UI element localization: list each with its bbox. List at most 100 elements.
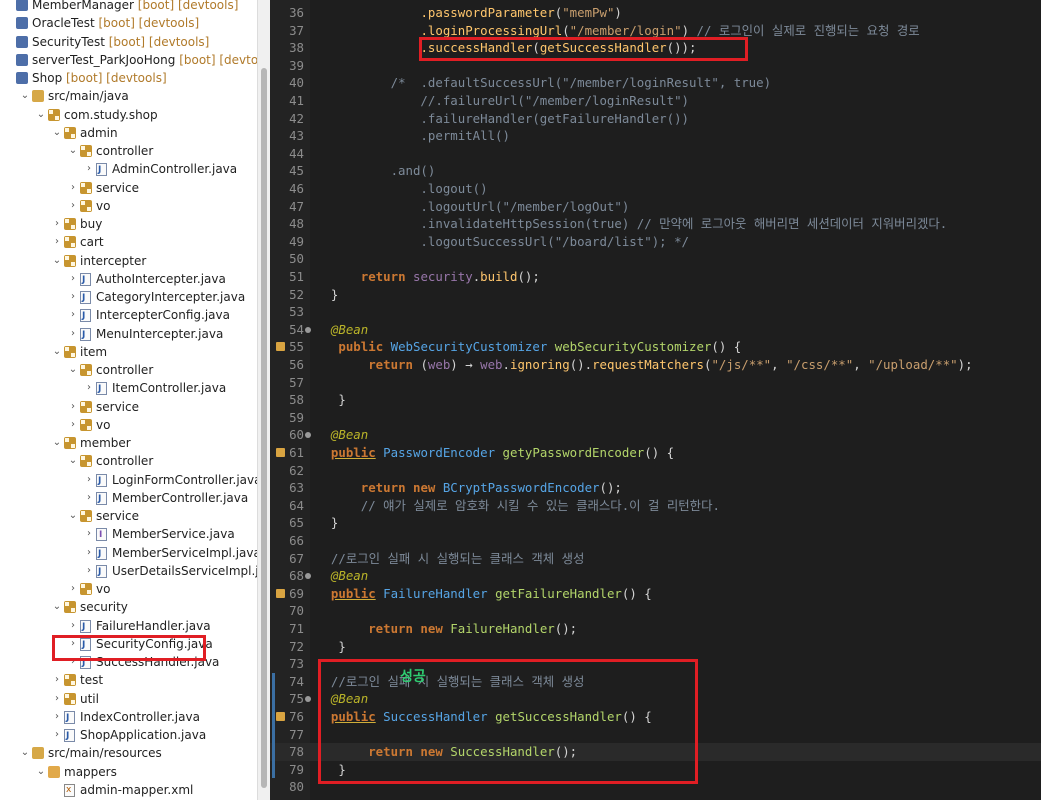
java-file-icon — [96, 490, 107, 508]
explorer-scrollbar-thumb[interactable] — [261, 68, 267, 788]
line-number: 62 — [289, 462, 304, 478]
code-line[interactable]: 40 /* .defaultSuccessUrl("/member/loginR… — [270, 74, 1041, 92]
chevron-right-icon[interactable]: › — [68, 580, 78, 598]
package-icon — [48, 108, 60, 121]
fold-toggle-icon[interactable] — [305, 432, 311, 439]
chevron-right-icon[interactable]: › — [68, 617, 78, 635]
code-line[interactable]: 36 .passwordParameter("memPw") — [270, 4, 1041, 22]
code-line[interactable]: 57 — [270, 374, 1041, 392]
source-folder-icon — [32, 747, 44, 760]
explorer-scrollbar[interactable] — [257, 0, 270, 800]
chevron-right-icon[interactable]: › — [84, 489, 94, 507]
chevron-right-icon[interactable]: › — [52, 708, 62, 726]
tree-item-label: serverTest_ParkJooHong [boot] [devtools] — [32, 51, 258, 69]
fold-toggle-icon[interactable] — [305, 573, 311, 580]
code-line[interactable]: 56 return (web) → web.ignoring().request… — [270, 356, 1041, 374]
code-line[interactable]: 60 @Bean — [270, 426, 1041, 444]
tree-item-label: util — [80, 691, 99, 706]
project-icon — [16, 72, 28, 84]
line-number: 77 — [289, 726, 304, 742]
code-line[interactable]: 42 .failureHandler(getFailureHandler()) — [270, 110, 1041, 128]
code-line[interactable]: 46 .logout() — [270, 180, 1041, 198]
chevron-right-icon[interactable]: › — [68, 179, 78, 197]
project-icon — [16, 0, 28, 11]
code-line[interactable]: 62 — [270, 462, 1041, 480]
code-line[interactable]: 59 — [270, 409, 1041, 427]
chevron-right-icon[interactable]: › — [52, 233, 62, 251]
chevron-right-icon[interactable]: › — [52, 671, 62, 689]
code-text: .passwordParameter("memPw") — [420, 5, 622, 20]
code-line[interactable]: 52 } — [270, 286, 1041, 304]
chevron-right-icon[interactable]: › — [84, 471, 94, 489]
code-line[interactable]: 53 — [270, 303, 1041, 321]
code-line[interactable]: 49 .logoutSuccessUrl("/board/list"); */ — [270, 233, 1041, 251]
chevron-right-icon[interactable]: › — [68, 288, 78, 306]
project-explorer[interactable]: MemberManager [boot] [devtools] OracleTes… — [0, 0, 258, 800]
package-icon — [80, 145, 92, 157]
code-text: .permitAll() — [316, 128, 510, 144]
code-line[interactable]: 51 return security.build(); — [270, 268, 1041, 286]
chevron-down-icon[interactable]: ⌄ — [68, 142, 78, 160]
code-line[interactable]: 65 } — [270, 514, 1041, 532]
chevron-right-icon[interactable]: › — [84, 525, 94, 543]
tree-item-label: buy — [80, 217, 103, 231]
chevron-right-icon[interactable]: › — [68, 270, 78, 288]
line-number: 57 — [289, 374, 304, 390]
code-line[interactable]: 61 public PasswordEncoder getyPasswordEn… — [270, 444, 1041, 462]
code-line[interactable]: 68 @Bean — [270, 567, 1041, 585]
chevron-down-icon[interactable]: ⌄ — [68, 452, 78, 470]
chevron-right-icon[interactable]: › — [84, 160, 94, 178]
chevron-down-icon[interactable]: ⌄ — [52, 252, 62, 270]
line-number: 39 — [289, 57, 304, 73]
code-line[interactable]: 71 return new FailureHandler(); — [270, 620, 1041, 638]
code-text: //로그인 실패 시 실행되는 클래스 객체 생성 — [330, 550, 585, 566]
chevron-down-icon[interactable]: ⌄ — [52, 343, 62, 361]
chevron-right-icon[interactable]: › — [52, 690, 62, 708]
code-line[interactable]: 72 } — [270, 638, 1041, 656]
code-line[interactable]: 55 public WebSecurityCustomizer webSecur… — [270, 338, 1041, 356]
code-line[interactable]: 50 — [270, 250, 1041, 268]
line-number: 60 — [289, 427, 304, 443]
chevron-right-icon[interactable]: › — [52, 726, 62, 744]
chevron-right-icon[interactable]: › — [84, 562, 94, 580]
line-number: 59 — [289, 409, 304, 425]
chevron-down-icon[interactable]: ⌄ — [20, 87, 30, 105]
code-line[interactable]: 67 //로그인 실패 시 실행되는 클래스 객체 생성 — [270, 550, 1041, 568]
line-number: 64 — [289, 497, 304, 513]
code-line[interactable]: 44 — [270, 145, 1041, 163]
code-line[interactable]: 70 — [270, 602, 1041, 620]
chevron-right-icon[interactable]: › — [68, 416, 78, 434]
package-icon — [64, 236, 76, 249]
chevron-right-icon[interactable]: › — [84, 379, 94, 397]
code-line[interactable]: 64 // 얘가 실제로 암호화 시킬 수 있는 클래스다.이 걸 리턴한다. — [270, 497, 1041, 515]
chevron-down-icon[interactable]: ⌄ — [36, 763, 46, 781]
chevron-right-icon[interactable]: › — [68, 306, 78, 324]
chevron-right-icon[interactable]: › — [68, 325, 78, 343]
fold-toggle-icon[interactable] — [305, 326, 311, 333]
chevron-right-icon[interactable]: › — [84, 544, 94, 562]
chevron-down-icon[interactable]: ⌄ — [20, 744, 30, 762]
code-line[interactable]: 43 .permitAll() — [270, 127, 1041, 145]
chevron-down-icon[interactable]: ⌄ — [68, 361, 78, 379]
chevron-down-icon[interactable]: ⌄ — [52, 598, 62, 616]
line-number: 47 — [289, 198, 304, 214]
fold-toggle-icon[interactable] — [305, 696, 311, 703]
chevron-down-icon[interactable]: ⌄ — [68, 507, 78, 525]
code-line[interactable]: 63 return new BCryptPasswordEncoder(); — [270, 479, 1041, 497]
folder-icon — [48, 765, 60, 778]
code-line[interactable]: 41 //.failureUrl("/member/loginResult") — [270, 92, 1041, 110]
code-line[interactable]: 66 — [270, 532, 1041, 550]
project-tags: [boot] [devtools] — [104, 34, 210, 49]
chevron-down-icon[interactable]: ⌄ — [36, 106, 46, 124]
code-line[interactable]: 54 @Bean — [270, 321, 1041, 339]
code-line[interactable]: 48 .invalidateHttpSession(true) // 만약에 로… — [270, 215, 1041, 233]
code-line[interactable]: 58 } — [270, 391, 1041, 409]
chevron-down-icon[interactable]: ⌄ — [52, 434, 62, 452]
chevron-right-icon[interactable]: › — [68, 197, 78, 215]
chevron-down-icon[interactable]: ⌄ — [52, 124, 62, 142]
chevron-right-icon[interactable]: › — [68, 398, 78, 416]
code-line[interactable]: 47 .logoutUrl("/member/logOut") — [270, 198, 1041, 216]
chevron-right-icon[interactable]: › — [52, 215, 62, 233]
code-line[interactable]: 69 public FailureHandler getFailureHandl… — [270, 585, 1041, 603]
code-line[interactable]: 45 .and() — [270, 162, 1041, 180]
